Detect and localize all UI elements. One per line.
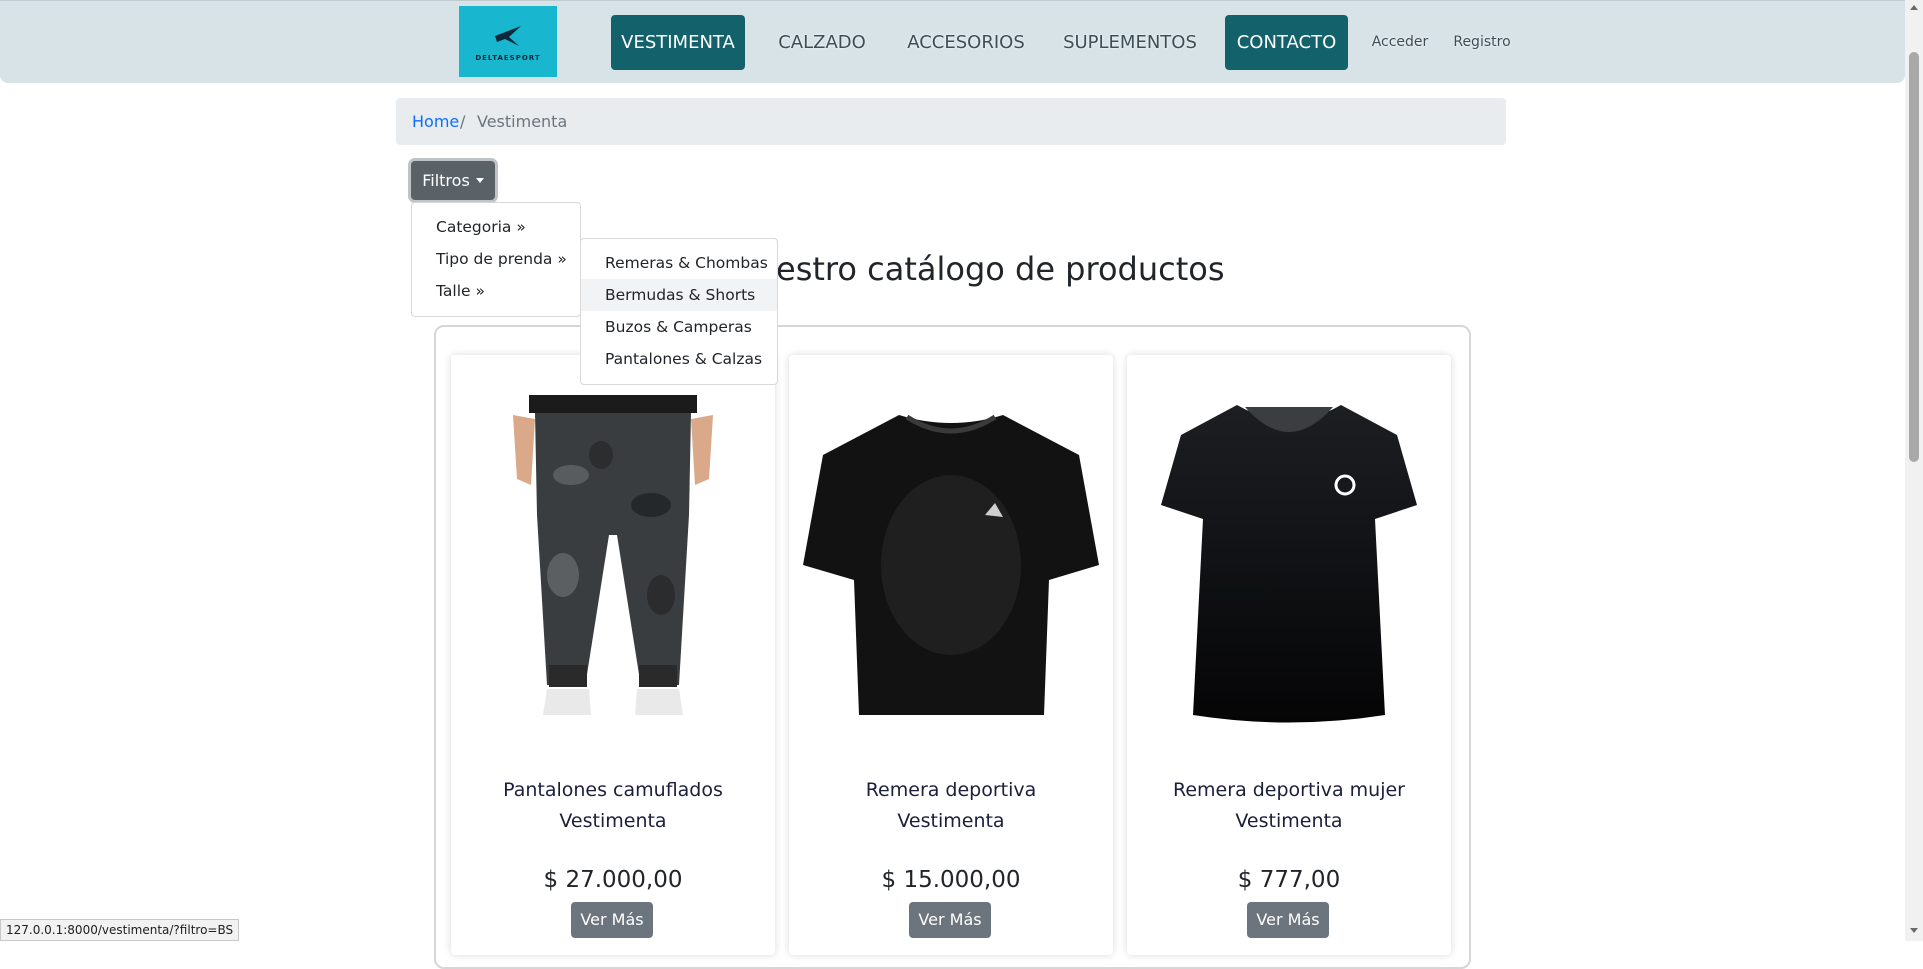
scroll-down-icon[interactable]	[1910, 928, 1918, 933]
product-name[interactable]: Remera deportiva mujer	[1127, 779, 1451, 801]
delta-logo-icon	[495, 26, 521, 46]
breadcrumb: Home / Vestimenta	[396, 98, 1506, 145]
product-card: Pantalones camuflados Vestimenta $ 27.00…	[451, 355, 775, 955]
product-image-sport-tshirt[interactable]	[789, 395, 1113, 725]
product-name[interactable]: Remera deportiva	[789, 779, 1113, 801]
filtros-dropdown-button[interactable]: Filtros	[411, 161, 495, 200]
product-name[interactable]: Pantalones camuflados	[451, 779, 775, 801]
product-image-womens-tshirt[interactable]	[1127, 395, 1451, 725]
filter-menu-categoria[interactable]: Categoria »	[412, 211, 580, 243]
filter-menu-tipo-prenda[interactable]: Tipo de prenda »	[412, 243, 580, 275]
top-navbar: DELTAESPORT VESTIMENTA CALZADO ACCESORIO…	[0, 0, 1905, 83]
product-price: $ 27.000,00	[543, 867, 683, 893]
nav-calzado[interactable]: CALZADO	[770, 15, 874, 70]
ver-mas-button[interactable]: Ver Más	[571, 902, 653, 938]
scroll-thumb[interactable]	[1909, 52, 1919, 462]
breadcrumb-home-link[interactable]: Home	[412, 98, 459, 145]
nav-accesorios[interactable]: ACCESORIOS	[905, 15, 1027, 70]
nav-suplementos[interactable]: SUPLEMENTOS	[1060, 15, 1200, 70]
nav-vestimenta[interactable]: VESTIMENTA	[611, 15, 745, 70]
breadcrumb-current: Vestimenta	[477, 112, 568, 131]
product-image-camo-pants[interactable]	[451, 395, 775, 725]
submenu-remeras-chombas[interactable]: Remeras & Chombas	[581, 247, 777, 279]
product-category: Vestimenta	[897, 810, 1005, 832]
submenu-buzos-camperas[interactable]: Buzos & Camperas	[581, 311, 777, 343]
ver-mas-button[interactable]: Ver Más	[909, 902, 991, 938]
filter-menu: Categoria » Tipo de prenda » Talle »	[411, 202, 581, 317]
login-link[interactable]: Acceder	[1368, 15, 1432, 70]
page-scrollbar[interactable]	[1905, 0, 1923, 941]
browser-status-url: 127.0.0.1:8000/vestimenta/?filtro=BS	[0, 919, 240, 941]
nav-contacto[interactable]: CONTACTO	[1225, 15, 1348, 70]
product-card: Remera deportiva Vestimenta $ 15.000,00 …	[789, 355, 1113, 955]
scroll-up-icon[interactable]	[1910, 5, 1918, 10]
filter-submenu: Remeras & Chombas Bermudas & Shorts Buzo…	[580, 238, 778, 385]
breadcrumb-separator: /	[460, 112, 466, 131]
product-category: Vestimenta	[559, 810, 667, 832]
submenu-bermudas-shorts[interactable]: Bermudas & Shorts	[581, 279, 777, 311]
filtros-label: Filtros	[422, 171, 470, 190]
caret-down-icon	[475, 178, 484, 183]
page-heading: estro catálogo de productos	[776, 250, 1225, 288]
ver-mas-button[interactable]: Ver Más	[1247, 902, 1329, 938]
product-card: Remera deportiva mujer Vestimenta $ 777,…	[1127, 355, 1451, 955]
brand-logo[interactable]: DELTAESPORT	[459, 6, 557, 77]
product-price: $ 15.000,00	[881, 867, 1021, 893]
register-link[interactable]: Registro	[1448, 15, 1516, 70]
filter-menu-talle[interactable]: Talle »	[412, 275, 580, 307]
logo-text: DELTAESPORT	[475, 54, 541, 62]
product-price: $ 777,00	[1237, 867, 1341, 893]
product-category: Vestimenta	[1235, 810, 1343, 832]
submenu-pantalones-calzas[interactable]: Pantalones & Calzas	[581, 343, 777, 375]
